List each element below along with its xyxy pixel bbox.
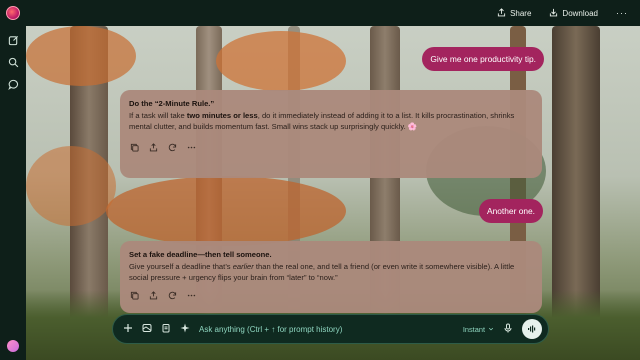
regenerate-icon[interactable] (167, 291, 177, 301)
mode-label: Instant (462, 324, 485, 334)
user-message: Another one. (479, 199, 543, 223)
sparkle-icon[interactable] (180, 320, 190, 338)
app-logo-icon[interactable] (6, 6, 20, 20)
share-button[interactable]: Share (497, 7, 532, 19)
reply-italic-text: earlier (232, 261, 254, 271)
search-icon[interactable] (7, 56, 19, 68)
voice-mode-icon[interactable] (522, 319, 542, 339)
download-icon (549, 8, 558, 19)
reply-text: If a task will take (129, 110, 187, 120)
mode-selector[interactable]: Instant (463, 325, 494, 334)
download-button[interactable]: Download (549, 8, 598, 19)
mic-icon[interactable] (503, 320, 513, 338)
share-icon (497, 7, 506, 19)
download-label: Download (562, 8, 598, 18)
chat-icon[interactable] (7, 78, 19, 90)
foliage (106, 176, 346, 246)
more-options-button[interactable]: ··· (616, 8, 628, 18)
message-actions (129, 291, 533, 301)
chevron-down-icon (488, 327, 494, 331)
foliage (216, 31, 346, 91)
regenerate-icon[interactable] (167, 143, 177, 153)
share-label: Share (510, 8, 532, 18)
assistant-reply: Set a fake deadline—then tell someone. G… (120, 241, 542, 313)
more-icon[interactable] (186, 143, 196, 153)
foliage (26, 146, 116, 226)
reply-title: Set a fake deadline—then tell someone. (129, 250, 272, 259)
reply-body: Give yourself a deadline that’s earlier … (129, 261, 533, 284)
export-icon[interactable] (148, 291, 158, 301)
foliage (26, 26, 136, 86)
user-message: Give me one productivity tip. (422, 47, 544, 71)
plus-icon[interactable] (123, 320, 133, 338)
reply-body: If a task will take two minutes or less,… (129, 110, 533, 133)
new-chat-icon[interactable] (7, 34, 19, 46)
user-avatar[interactable] (7, 340, 19, 352)
reply-title: Do the “2-Minute Rule.” (129, 99, 215, 108)
message-actions (129, 143, 533, 153)
prompt-input[interactable]: Ask anything (Ctrl + ↑ for prompt histor… (199, 325, 454, 334)
more-icon[interactable] (186, 291, 196, 301)
image-icon[interactable] (142, 320, 152, 338)
more-icon: ··· (616, 8, 628, 18)
assistant-reply: Do the “2-Minute Rule.” If a task will t… (120, 90, 542, 178)
export-icon[interactable] (148, 143, 158, 153)
reply-bold-text: two minutes or less (186, 110, 258, 120)
clipboard-icon[interactable] (161, 320, 171, 338)
reply-text: Give yourself a deadline that’s (129, 261, 233, 271)
left-rail (0, 0, 26, 360)
copy-icon[interactable] (129, 291, 139, 301)
prompt-composer[interactable]: Ask anything (Ctrl + ↑ for prompt histor… (112, 314, 549, 344)
top-bar: Share Download ··· (26, 0, 640, 26)
copy-icon[interactable] (129, 143, 139, 153)
